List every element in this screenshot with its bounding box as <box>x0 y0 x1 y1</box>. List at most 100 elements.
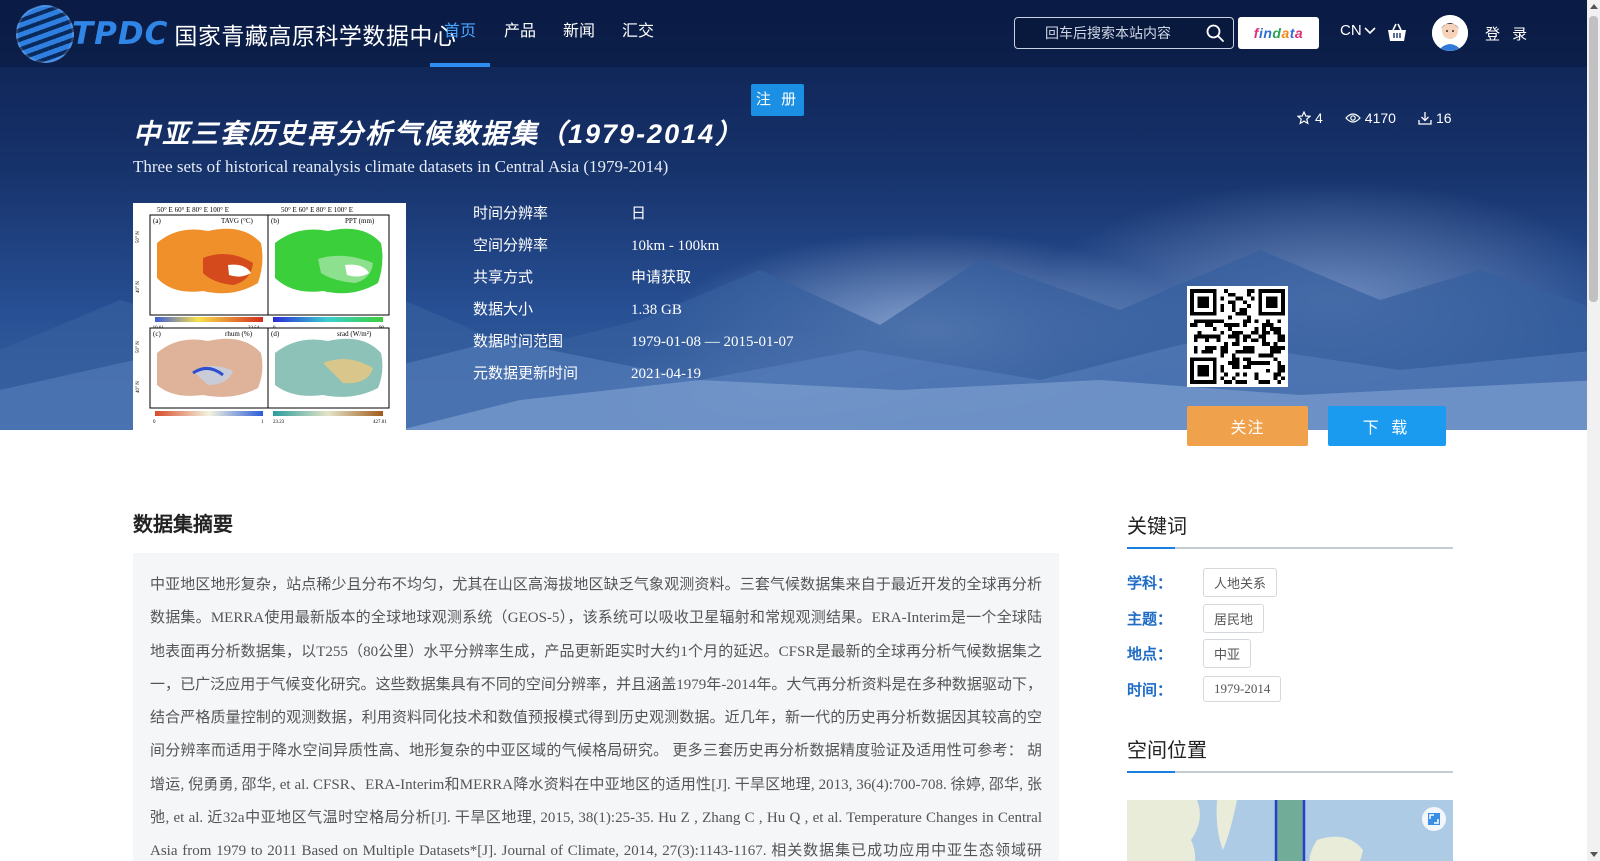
meta-label: 共享方式 <box>473 269 534 286</box>
dataset-stats: 4 4170 16 <box>1297 110 1474 126</box>
star-count-value: 4 <box>1315 110 1323 126</box>
thumbnail-figure: 50° E 60° E 80° E 100° E 50° E 60° E 80°… <box>136 206 390 425</box>
qr-code-icon <box>1190 289 1285 384</box>
keyword-row: 地点： 中亚 <box>1127 636 1453 672</box>
thumb-scale-d-max: 427.01 <box>373 420 387 425</box>
main-nav: 首页 产品 新闻 汇交 <box>430 0 681 67</box>
keyword-row: 时间： 1979-2014 <box>1127 672 1453 708</box>
keyword-tag[interactable]: 中亚 <box>1203 639 1252 669</box>
keyword-label: 学科： <box>1127 575 1173 593</box>
dataset-title-en: Three sets of historical reanalysis clim… <box>133 157 669 176</box>
meta-row: 空间分辨率 10km - 100km <box>473 236 793 268</box>
thumb-panel-b-var: PPT (mm) <box>345 217 375 225</box>
thumb-panel-d: (d) <box>271 330 280 338</box>
download-icon <box>1418 112 1432 125</box>
thumb-lat-a: 50° N <box>136 231 141 243</box>
spatial-section: 空间位置 <box>1127 734 1453 861</box>
scroll-down-icon[interactable] <box>1590 852 1598 857</box>
thumb-top-axis-left: 50° E 60° E 80° E 100° E <box>157 206 229 214</box>
thumb-scale-c-min: 0 <box>153 420 156 425</box>
dataset-metadata: 时间分辨率 日 空间分辨率 10km - 100km 共享方式 申请获取 数据大… <box>473 204 793 396</box>
meta-value: 1979-01-08 — 2015-01-07 <box>631 334 794 350</box>
abstract-text: 中亚地区地形复杂，站点稀少且分布不均匀，尤其在山区高海拔地区缺乏气象观测资料。三… <box>150 577 1042 860</box>
thumb-panel-b: (b) <box>271 217 280 225</box>
view-count: 4170 <box>1344 110 1396 126</box>
abstract-box: 中亚地区地形复杂，站点稀少且分布不均匀，尤其在山区高海拔地区缺乏气象观测资料。三… <box>133 553 1059 861</box>
spatial-map[interactable] <box>1127 800 1453 861</box>
findata-a2: a <box>1294 25 1304 41</box>
thumb-scale-d-min: 23.23 <box>273 420 285 425</box>
search-input[interactable] <box>1015 18 1205 48</box>
nav-item-home[interactable]: 首页 <box>430 0 491 67</box>
chevron-down-icon <box>1364 26 1376 34</box>
download-count: 16 <box>1418 110 1452 126</box>
qr-code <box>1187 286 1288 387</box>
dataset-thumbnail[interactable]: 50° E 60° E 80° E 100° E 50° E 60° E 80°… <box>133 203 406 430</box>
download-count-value: 16 <box>1435 110 1452 126</box>
thumb-panel-c: (c) <box>153 330 161 338</box>
language-switcher[interactable]: CN <box>1340 22 1376 39</box>
login-link[interactable]: 登 录 <box>1485 23 1531 44</box>
meta-row: 数据时间范围 1979-01-08 — 2015-01-07 <box>473 332 793 364</box>
globe-logo-icon <box>16 5 74 63</box>
logo-text: 国家青藏高原科学数据中心 <box>174 23 457 49</box>
keyword-tag[interactable]: 居民地 <box>1203 603 1265 633</box>
keyword-tag[interactable]: 人地关系 <box>1203 568 1278 598</box>
keyword-row: 学科： 人地关系 <box>1127 565 1453 601</box>
keyword-row: 主题： 居民地 <box>1127 601 1453 637</box>
thumb-top-axis-right: 50° E 60° E 80° E 100° E <box>281 206 353 214</box>
eye-icon <box>1344 113 1361 123</box>
thumb-lat-c2: 40° N <box>136 381 141 393</box>
meta-value: 2021-04-19 <box>631 366 701 382</box>
page-scrollbar[interactable] <box>1587 0 1600 861</box>
cart-icon[interactable] <box>1386 22 1408 44</box>
thumb-panel-a-var: TAVG (°C) <box>221 217 254 225</box>
meta-label: 元数据更新时间 <box>473 365 579 382</box>
meta-value: 1.38 GB <box>631 302 682 318</box>
meta-row: 时间分辨率 日 <box>473 204 793 236</box>
thumb-panel-c-var: rhum (%) <box>225 330 253 338</box>
scroll-up-icon[interactable] <box>1590 4 1598 9</box>
thumb-panel-d-var: srad (W/m²) <box>337 330 372 338</box>
findata-in: in <box>1258 25 1273 41</box>
spatial-title: 空间位置 <box>1127 734 1453 773</box>
meta-row: 元数据更新时间 2021-04-19 <box>473 364 793 396</box>
register-button[interactable]: 注 册 <box>751 84 804 116</box>
sidebar: 关键词 学科： 人地关系 主题： 居民地 地点： 中亚 时间： 1979-201… <box>1127 510 1453 861</box>
keyword-list: 学科： 人地关系 主题： 居民地 地点： 中亚 时间： 1979-2014 <box>1127 565 1453 707</box>
avatar[interactable] <box>1432 15 1468 51</box>
meta-label: 数据大小 <box>473 301 534 318</box>
nav-item-news[interactable]: 新闻 <box>563 0 595 67</box>
meta-label: 数据时间范围 <box>473 333 564 350</box>
map-tiles <box>1127 800 1453 861</box>
meta-value: 申请获取 <box>631 270 692 286</box>
meta-value: 10km - 100km <box>631 238 720 254</box>
logo-mark: TPDC <box>72 16 169 52</box>
keyword-label: 主题： <box>1127 610 1173 628</box>
dataset-hero: TPDC 国家青藏高原科学数据中心 首页 产品 新闻 汇交 findata CN <box>0 0 1600 430</box>
meta-label: 空间分辨率 <box>473 237 549 254</box>
meta-label: 时间分辨率 <box>473 205 549 222</box>
view-count-value: 4170 <box>1364 110 1396 126</box>
findata-link[interactable]: findata <box>1238 17 1319 49</box>
star-count[interactable]: 4 <box>1297 110 1323 126</box>
meta-row: 数据大小 1.38 GB <box>473 300 793 332</box>
search-icon[interactable] <box>1205 23 1225 43</box>
dataset-title-zh: 中亚三套历史再分析气候数据集（1979-2014） <box>133 119 745 149</box>
thumb-scale-c-max: 1 <box>261 420 264 425</box>
language-label: CN <box>1340 22 1362 39</box>
keyword-label: 地点： <box>1127 646 1173 664</box>
user-avatar-icon <box>1432 15 1468 51</box>
thumb-panel-a: (a) <box>153 217 161 225</box>
site-logo[interactable]: TPDC 国家青藏高原科学数据中心 <box>16 5 457 63</box>
nav-item-submit[interactable]: 汇交 <box>622 0 654 67</box>
fullscreen-icon[interactable] <box>1421 806 1447 832</box>
keyword-tag[interactable]: 1979-2014 <box>1203 676 1282 703</box>
star-icon <box>1297 111 1311 125</box>
download-button[interactable]: 下 载 <box>1328 406 1446 446</box>
keyword-label: 时间： <box>1127 681 1173 699</box>
nav-item-products[interactable]: 产品 <box>504 0 536 67</box>
scroll-thumb[interactable] <box>1589 16 1598 302</box>
findata-a1: a <box>1281 25 1290 41</box>
follow-button[interactable]: 关注 <box>1187 406 1308 446</box>
